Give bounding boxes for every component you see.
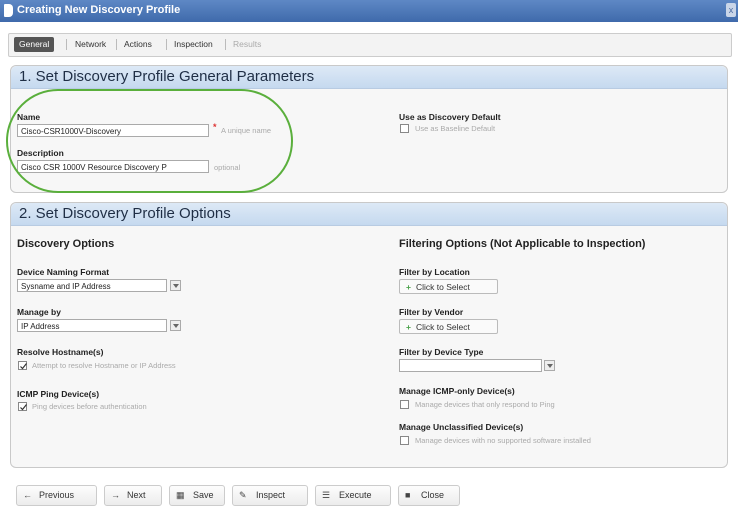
tab-network[interactable]: Network [70, 37, 111, 52]
highlight-oval [6, 89, 293, 193]
previous-button[interactable]: ← Previous [16, 485, 97, 506]
close-square-icon: ■ [405, 490, 411, 500]
chevron-down-icon[interactable] [170, 320, 181, 331]
filter-vendor-button[interactable]: + Click to Select [399, 319, 498, 334]
next-button[interactable]: → Next [104, 485, 162, 506]
plus-icon: + [406, 282, 411, 292]
default-checkbox-label: Use as Baseline Default [415, 124, 496, 133]
unclassified-checkbox-label: Manage devices with no supported softwar… [415, 436, 591, 445]
tab-divider [225, 39, 226, 50]
tab-bar: General Network Actions Inspection Resul… [8, 33, 732, 57]
filtering-options-heading: Filtering Options (Not Applicable to Ins… [399, 238, 646, 250]
panel-header: 2. Set Discovery Profile Options [11, 203, 727, 226]
naming-format-label: Device Naming Format [17, 267, 110, 277]
chevron-down-icon[interactable] [170, 280, 181, 291]
window-title: Creating New Discovery Profile [17, 4, 181, 16]
icmp-only-checkbox[interactable] [400, 400, 409, 409]
tab-actions[interactable]: Actions [119, 37, 157, 52]
discovery-options-panel: 2. Set Discovery Profile Options Discove… [10, 202, 728, 468]
tab-inspection[interactable]: Inspection [169, 37, 218, 52]
inspect-button-label: Inspect [256, 490, 286, 500]
filter-device-type-label: Filter by Device Type [399, 347, 484, 357]
save-icon: ▦ [176, 490, 185, 500]
next-button-label: Next [127, 490, 146, 500]
tab-divider [116, 39, 117, 50]
filter-vendor-label: Filter by Vendor [399, 307, 464, 317]
manage-by-select[interactable]: IP Address [17, 319, 167, 332]
execute-button-label: Execute [339, 490, 372, 500]
panel-title: 2. Set Discovery Profile Options [19, 205, 231, 222]
resolve-hostname-checkbox[interactable] [18, 361, 27, 370]
arrow-right-icon: → [111, 490, 120, 500]
close-button[interactable]: ■ Close [398, 485, 460, 506]
icmp-only-checkbox-label: Manage devices that only respond to Ping [415, 400, 555, 409]
icmp-ping-checkbox[interactable] [18, 402, 27, 411]
window-titlebar: Creating New Discovery Profile x [0, 0, 738, 22]
unclassified-label: Manage Unclassified Device(s) [399, 422, 524, 432]
manage-by-label: Manage by [17, 307, 61, 317]
execute-icon: ☰ [322, 490, 331, 500]
previous-button-label: Previous [39, 490, 75, 500]
tab-results: Results [233, 39, 262, 49]
tab-divider [166, 39, 167, 50]
filter-location-label: Filter by Location [399, 267, 470, 277]
unclassified-checkbox[interactable] [400, 436, 409, 445]
filter-location-button[interactable]: + Click to Select [399, 279, 498, 294]
naming-format-select[interactable]: Sysname and IP Address [17, 279, 167, 292]
chevron-down-icon[interactable] [544, 360, 555, 371]
resolve-hostname-checkbox-label: Attempt to resolve Hostname or IP Addres… [32, 361, 176, 370]
resolve-hostname-label: Resolve Hostname(s) [17, 347, 104, 357]
arrow-left-icon: ← [23, 490, 32, 500]
panel-title: 1. Set Discovery Profile General Paramet… [19, 68, 315, 85]
plus-icon: + [406, 322, 411, 332]
inspect-button[interactable]: ✎ Inspect [232, 485, 308, 506]
panel-header: 1. Set Discovery Profile General Paramet… [11, 66, 727, 89]
default-label: Use as Discovery Default [399, 112, 501, 122]
execute-button[interactable]: ☰ Execute [315, 485, 391, 506]
pencil-icon: ✎ [239, 490, 247, 500]
filter-vendor-button-label: Click to Select [415, 322, 470, 332]
save-button[interactable]: ▦ Save [169, 485, 225, 506]
default-checkbox[interactable] [400, 124, 409, 133]
tab-divider [66, 39, 67, 50]
window-close-button[interactable]: x [726, 3, 736, 17]
icmp-only-label: Manage ICMP-only Device(s) [399, 386, 515, 396]
filter-location-button-label: Click to Select [415, 282, 470, 292]
icmp-ping-label: ICMP Ping Device(s) [17, 389, 100, 399]
tab-general[interactable]: General [14, 37, 55, 52]
close-button-label: Close [421, 490, 445, 500]
window-icon [4, 4, 13, 17]
icmp-ping-checkbox-label: Ping devices before authentication [32, 402, 147, 411]
discovery-options-heading: Discovery Options [17, 238, 115, 250]
save-button-label: Save [193, 490, 214, 500]
device-type-select[interactable] [399, 359, 542, 372]
